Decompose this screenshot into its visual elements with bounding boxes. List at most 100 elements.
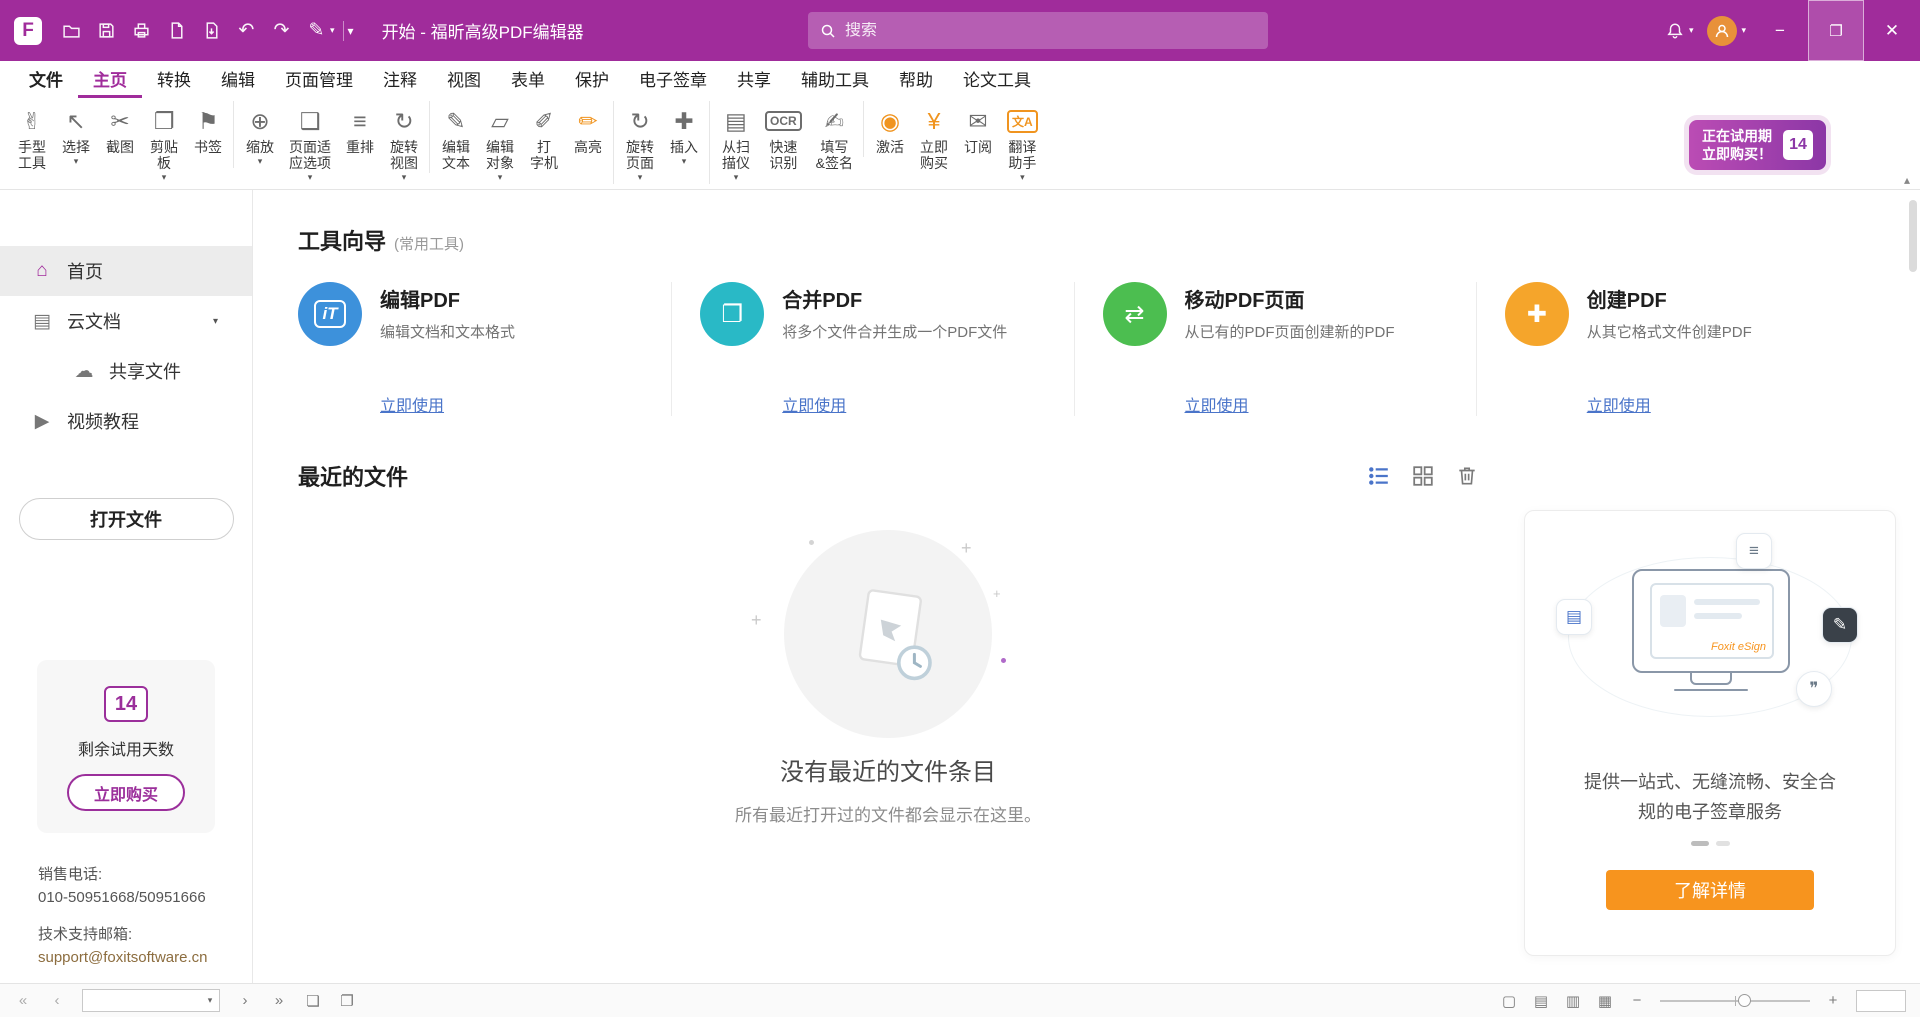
facing-continuous-view-icon[interactable]: ▦ [1596, 992, 1614, 1010]
previous-page-button[interactable]: ‹ [48, 992, 66, 1009]
close-window-button[interactable]: ✕ [1864, 0, 1920, 61]
ribbon-item-translate[interactable]: 文A 翻译 助手 ▾ [1000, 101, 1045, 184]
previous-view-button[interactable]: ❏ [304, 992, 322, 1010]
ribbon-item-quick-ocr[interactable]: OCR 快速 识别 [758, 101, 809, 173]
menu-tab-accessibility[interactable]: 辅助工具 [786, 61, 884, 98]
ribbon-item-insert[interactable]: ✚ 插入 ▾ [662, 101, 706, 168]
search-input[interactable] [845, 22, 1256, 40]
ribbon-item-clipboard[interactable]: ❐ 剪贴 板 ▾ [142, 101, 186, 184]
support-email-address[interactable]: support@foxitsoftware.cn [38, 946, 252, 969]
undo-icon[interactable]: ↶ [229, 13, 264, 48]
ribbon-item-hand-tool[interactable]: ✌ 手型 工具 [10, 101, 54, 173]
facing-view-icon[interactable]: ▥ [1564, 992, 1582, 1010]
bookmark-icon: ⚑ [193, 103, 223, 139]
ribbon-item-zoom[interactable]: ⊕ 缩放 ▾ [233, 101, 282, 168]
ribbon-item-snapshot[interactable]: ✂ 截图 [98, 101, 142, 157]
zoom-slider[interactable] [1660, 1000, 1810, 1002]
use-now-link[interactable]: 立即使用 [1185, 392, 1458, 416]
ribbon-item-edit-object[interactable]: ▱ 编辑 对象 ▾ [478, 101, 522, 184]
use-now-link[interactable]: 立即使用 [1587, 392, 1860, 416]
sidebar-item-video-tutorials[interactable]: ▶ 视频教程 [0, 396, 252, 446]
tool-card-title: 合并PDF [782, 284, 1007, 313]
next-view-button[interactable]: ❐ [338, 992, 356, 1010]
save-icon[interactable] [89, 13, 124, 48]
save-as-icon[interactable] [159, 13, 194, 48]
zoom-slider-thumb[interactable] [1738, 994, 1751, 1007]
continuous-view-icon[interactable]: ▤ [1532, 992, 1550, 1010]
minimize-window-button[interactable]: − [1752, 0, 1808, 61]
ribbon-item-typewriter[interactable]: ✐ 打 字机 [522, 101, 566, 173]
restore-window-button[interactable]: ❐ [1808, 0, 1864, 61]
ribbon-item-fit-page[interactable]: ❑ 页面适 应选项 ▾ [282, 101, 338, 184]
export-icon[interactable] [194, 13, 229, 48]
ribbon-item-reflow[interactable]: ≡ 重排 [338, 101, 382, 157]
customize-toolbar-icon[interactable]: ▾ [348, 24, 354, 38]
menu-tab-form[interactable]: 表单 [496, 61, 560, 98]
user-avatar[interactable] [1707, 16, 1737, 46]
search-box[interactable] [808, 12, 1268, 49]
use-now-link[interactable]: 立即使用 [380, 392, 653, 416]
collapse-ribbon-icon[interactable]: ▴ [1904, 173, 1910, 187]
menu-tab-protect[interactable]: 保护 [560, 61, 624, 98]
menu-tab-esign[interactable]: 电子签章 [624, 61, 722, 98]
page-number-input[interactable] [83, 993, 201, 1008]
sidebar-item-shared-files[interactable]: ☁ 共享文件 [0, 346, 252, 396]
ribbon-item-activate[interactable]: ◉ 激活 [863, 101, 912, 157]
ribbon-item-buy-now[interactable]: ¥ 立即 购买 [912, 101, 956, 173]
ribbon-item-edit-text[interactable]: ✎ 编辑 文本 [429, 101, 478, 173]
buy-now-button[interactable]: 立即购买 [67, 774, 185, 811]
dropdown-caret-icon: ▾ [402, 172, 407, 182]
zoom-out-icon[interactable]: − [1628, 992, 1646, 1009]
menu-tab-view[interactable]: 视图 [432, 61, 496, 98]
last-page-button[interactable]: » [270, 992, 288, 1009]
ribbon-item-highlight[interactable]: ✏ 高亮 [566, 101, 610, 157]
notifications-bell-icon[interactable] [1658, 13, 1693, 48]
tool-card-edit-pdf: iT 编辑PDF 编辑文档和文本格式 立即使用 [298, 282, 672, 416]
ribbon-item-rotate-pages[interactable]: ↻ 旋转 页面 ▾ [613, 101, 662, 184]
tool-card-move-pdf-pages: ⇄ 移动PDF页面 从已有的PDF页面创建新的PDF 立即使用 [1075, 282, 1477, 416]
ribbon-item-select[interactable]: ↖ 选择 ▾ [54, 101, 98, 168]
menu-tab-page-management[interactable]: 页面管理 [270, 61, 368, 98]
vertical-scrollbar[interactable] [1909, 200, 1917, 961]
zoom-in-icon[interactable]: + [1824, 992, 1842, 1009]
scrollbar-thumb[interactable] [1909, 200, 1917, 272]
list-view-icon[interactable] [1368, 465, 1390, 487]
empty-document-icon [784, 530, 992, 738]
ribbon-item-fill-sign[interactable]: ✍ 填写 &签名 [809, 101, 860, 173]
use-now-link[interactable]: 立即使用 [782, 392, 1055, 416]
redo-icon[interactable]: ↷ [264, 13, 299, 48]
learn-more-button[interactable]: 了解详情 [1606, 870, 1814, 910]
ribbon-item-bookmark[interactable]: ⚑ 书签 [186, 101, 230, 157]
page-number-box[interactable]: ▾ [82, 989, 220, 1012]
menu-tab-file[interactable]: 文件 [14, 61, 78, 98]
open-folder-icon[interactable] [54, 13, 89, 48]
menu-tab-edit[interactable]: 编辑 [206, 61, 270, 98]
ribbon-item-rotate-view[interactable]: ↻ 旋转 视图 ▾ [382, 101, 426, 184]
ribbon-item-subscribe[interactable]: ✉ 订阅 [956, 101, 1000, 157]
zoom-percentage-input[interactable] [1856, 990, 1906, 1012]
grid-view-icon[interactable] [1412, 465, 1434, 487]
chevron-down-icon[interactable]: ▾ [213, 316, 218, 327]
ribbon-item-from-scanner[interactable]: ▤ 从扫 描仪 ▾ [709, 101, 758, 184]
sidebar-item-cloud-docs[interactable]: ▤ 云文档 ▾ [0, 296, 252, 346]
carousel-dot-active[interactable] [1691, 841, 1709, 846]
page-dropdown-icon[interactable]: ▾ [201, 995, 219, 1006]
carousel-dot[interactable] [1716, 841, 1730, 846]
sign-pen-icon[interactable]: ✎ [299, 13, 334, 48]
menu-tab-help[interactable]: 帮助 [884, 61, 948, 98]
clear-recent-trash-icon[interactable] [1456, 465, 1478, 487]
first-page-button[interactable]: « [14, 992, 32, 1009]
dropdown-caret-icon: ▾ [498, 172, 503, 182]
menu-tab-paper-tools[interactable]: 论文工具 [948, 61, 1046, 98]
trial-period-badge[interactable]: 正在试用期 立即购买！ 14 [1689, 120, 1826, 170]
account-dropdown-icon[interactable]: ▾ [1741, 25, 1746, 36]
sidebar-item-home[interactable]: ⌂ 首页 [0, 246, 252, 296]
single-page-view-icon[interactable]: ▢ [1500, 992, 1518, 1010]
print-icon[interactable] [124, 13, 159, 48]
menu-tab-share[interactable]: 共享 [722, 61, 786, 98]
menu-tab-comment[interactable]: 注释 [368, 61, 432, 98]
menu-tab-convert[interactable]: 转换 [142, 61, 206, 98]
next-page-button[interactable]: › [236, 992, 254, 1009]
menu-tab-home[interactable]: 主页 [78, 61, 142, 98]
open-file-button[interactable]: 打开文件 [19, 498, 234, 540]
